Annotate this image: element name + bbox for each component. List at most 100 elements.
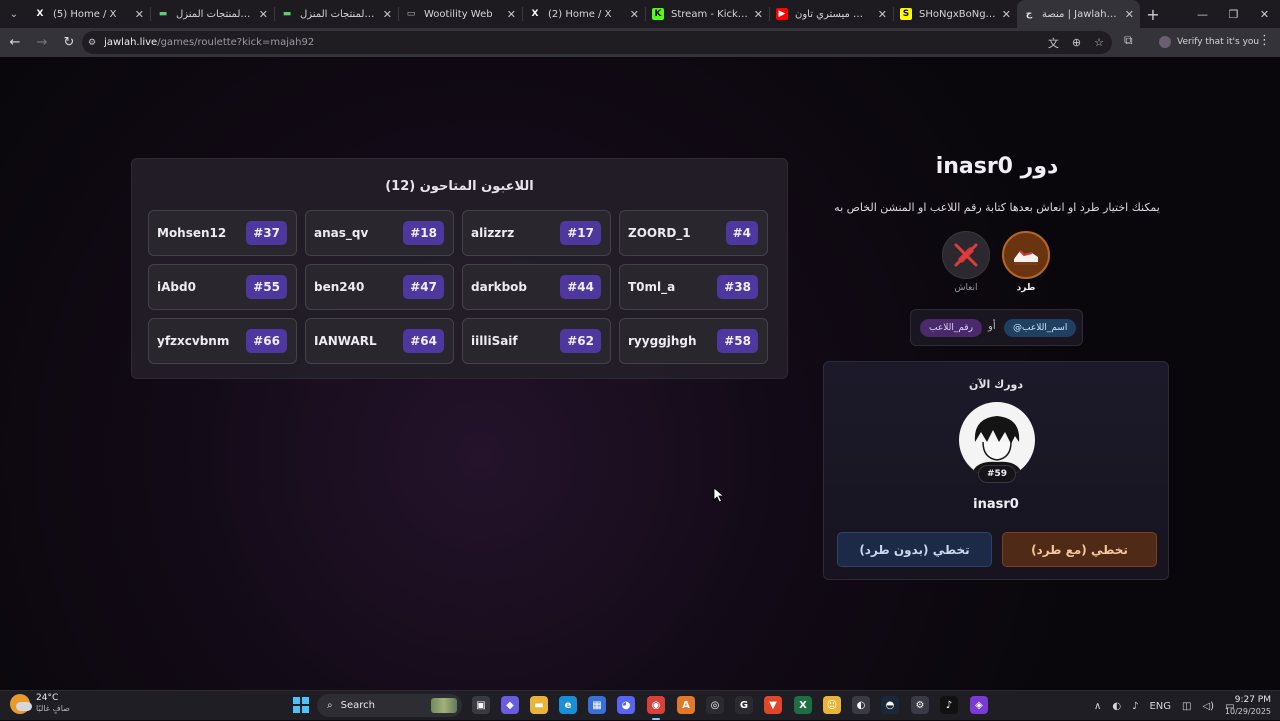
skip-without-kick-button[interactable]: تخطي (بدون طرد) [837,532,992,567]
system-tray: ∧ ◐ ♪ ENG ◫ ◁) ▭ [1094,691,1235,721]
browser-tab[interactable]: K Stream - Kick Dashbo ✕ [646,1,769,27]
weather-widget[interactable]: 24°C صافٍ غالبًا [10,693,70,714]
forward-icon[interactable]: → [30,31,54,55]
browser-tab[interactable]: ▭ Wootility Web ✕ [399,1,522,27]
reload-icon[interactable]: ↻ [57,31,81,55]
turn-title: دور inasr0 [935,154,1059,179]
skip-with-kick-button[interactable]: تخطي (مع طرد) [1002,532,1157,567]
browser-tab[interactable]: ▬ اكتشف المنتجات المنزل ✕ [151,1,274,27]
extensions-icon[interactable]: ⧉ [1124,33,1133,48]
microsoft-store-icon[interactable]: ▦ [588,696,606,714]
browser-tab[interactable]: ▶ كليبات ميستري تاون # ✕ [770,1,893,27]
player-card[interactable]: iAbd0 #55 [148,264,297,310]
player-number-badge: #62 [560,329,601,353]
revive-button[interactable] [942,231,990,279]
volume-icon[interactable]: ◁) [1202,701,1214,712]
window-controls: — ❐ ✕ [1187,0,1280,28]
browser-tab[interactable]: X (2) Home / X ✕ [523,1,645,27]
close-tab-icon[interactable]: ✕ [630,8,639,21]
player-card[interactable]: darkbob #44 [462,264,611,310]
back-icon[interactable]: ← [3,31,27,55]
obs-icon[interactable]: ◎ [706,696,724,714]
keyboard-icon: ▭ [406,9,416,19]
file-explorer-icon[interactable]: ▬ [530,696,548,714]
browser-menu-icon[interactable]: ⋮ [1258,33,1271,48]
zoom-icon[interactable]: ⊕ [1072,36,1081,49]
tab-title: اكتشف المنتجات المنزل [300,8,377,20]
player-card[interactable]: yfzxcvbnm #66 [148,318,297,364]
close-tab-icon[interactable]: ✕ [754,8,763,21]
close-tab-icon[interactable]: ✕ [1125,8,1134,21]
network-app-icon[interactable]: ◐ [1112,701,1121,712]
app-dark-icon[interactable]: ◐ [852,696,870,714]
player-card[interactable]: alizzrz #17 [462,210,611,256]
kick-button[interactable] [1002,231,1050,279]
taskbar-clock[interactable]: 9:27 PM 10/29/2025 [1221,694,1271,717]
close-tab-icon[interactable]: ✕ [259,8,268,21]
site-info-icon[interactable]: ⚙ [88,38,96,48]
player-name: T0ml_a [628,280,676,294]
browser-tab[interactable]: X (5) Home / X ✕ [28,1,150,27]
player-card[interactable]: Mohsen12 #37 [148,210,297,256]
url-host: jawlah.live [104,37,158,48]
chrome-icon[interactable]: ◉ [647,696,665,714]
translate-icon[interactable]: 文 [1048,35,1059,51]
profile-chip[interactable]: Verify that it's you [1159,32,1259,52]
browser-tab[interactable]: ج منصة | Jawlah | جولة ✕ [1017,0,1140,28]
player-number-badge: #17 [560,221,601,245]
app-g-icon[interactable]: G [735,696,753,714]
address-bar[interactable]: ⚙ jawlah.live /games/roulette?kick=majah… [82,31,1112,54]
task-view-icon[interactable]: ▣ [472,696,490,714]
edge-icon[interactable]: e [559,696,577,714]
player-card[interactable]: ben240 #47 [305,264,454,310]
brave-icon[interactable]: ▼ [764,696,782,714]
language-indicator[interactable]: ENG [1149,701,1171,712]
available-players-panel: اللاعبون المتاحون (12) Mohsen12 #37 anas_q… [131,158,788,379]
command-hint: رقم_اللاعب أو @اسم_اللاعب [910,309,1083,346]
minimize-icon[interactable]: — [1187,0,1218,28]
close-tab-icon[interactable]: ✕ [135,8,144,21]
player-card[interactable]: anas_qv #18 [305,210,454,256]
player-number-badge: #44 [560,275,601,299]
wifi-icon[interactable]: ◫ [1182,701,1191,712]
close-window-icon[interactable]: ✕ [1249,0,1280,28]
new-tab-button[interactable]: + [1140,5,1166,24]
profile-avatar [1159,36,1171,48]
emoji-app-icon[interactable]: ☺ [823,696,841,714]
app-orange-icon[interactable]: A [677,696,695,714]
tab-title: اكتشف المنتجات المنزل [176,8,253,20]
browser-tab[interactable]: S SHoNgxBoNg 20 دون ✕ [894,1,1017,27]
tab-search-chevron-icon[interactable]: ⌄ [0,0,28,28]
tab-title: SHoNgxBoNg 20 دون [919,8,996,20]
app-purple-icon[interactable]: ◈ [970,696,988,714]
taskbar-search[interactable]: ⌕ Search [317,694,462,717]
windows-start-icon[interactable] [293,697,309,713]
player-number-badge: #4 [725,221,758,245]
tab-title: كليبات ميستري تاون # [795,8,872,20]
microphone-icon[interactable]: ♪ [1132,701,1138,712]
player-card[interactable]: T0ml_a #38 [619,264,768,310]
close-tab-icon[interactable]: ✕ [1002,8,1011,21]
discord-icon[interactable]: ◕ [617,696,635,714]
hint-player-number: رقم_اللاعب [920,319,982,337]
tiktok-icon[interactable]: ♪ [940,696,958,714]
player-card[interactable]: iilliSaif #62 [462,318,611,364]
player-card[interactable]: ryyggjhgh #58 [619,318,768,364]
player-card[interactable]: IANWARL #64 [305,318,454,364]
browser-tab[interactable]: ▬ اكتشف المنتجات المنزل ✕ [275,1,398,27]
player-number-badge: #59 [978,465,1016,483]
close-tab-icon[interactable]: ✕ [507,8,516,21]
copilot-icon[interactable]: ◆ [501,696,519,714]
player-name: anas_qv [314,226,369,240]
player-card[interactable]: ZOORD_1 #4 [619,210,768,256]
excel-icon[interactable]: X [794,696,812,714]
close-tab-icon[interactable]: ✕ [878,8,887,21]
restore-icon[interactable]: ❐ [1218,0,1249,28]
app-gear-icon[interactable]: ⚙ [911,696,929,714]
close-tab-icon[interactable]: ✕ [383,8,392,21]
current-turn-label: دورك الآن [968,378,1024,391]
player-name: Mohsen12 [157,226,227,240]
bookmark-star-icon[interactable]: ☆ [1094,36,1104,49]
tray-overflow-icon[interactable]: ∧ [1094,701,1101,712]
steam-icon[interactable]: ◓ [881,696,899,714]
